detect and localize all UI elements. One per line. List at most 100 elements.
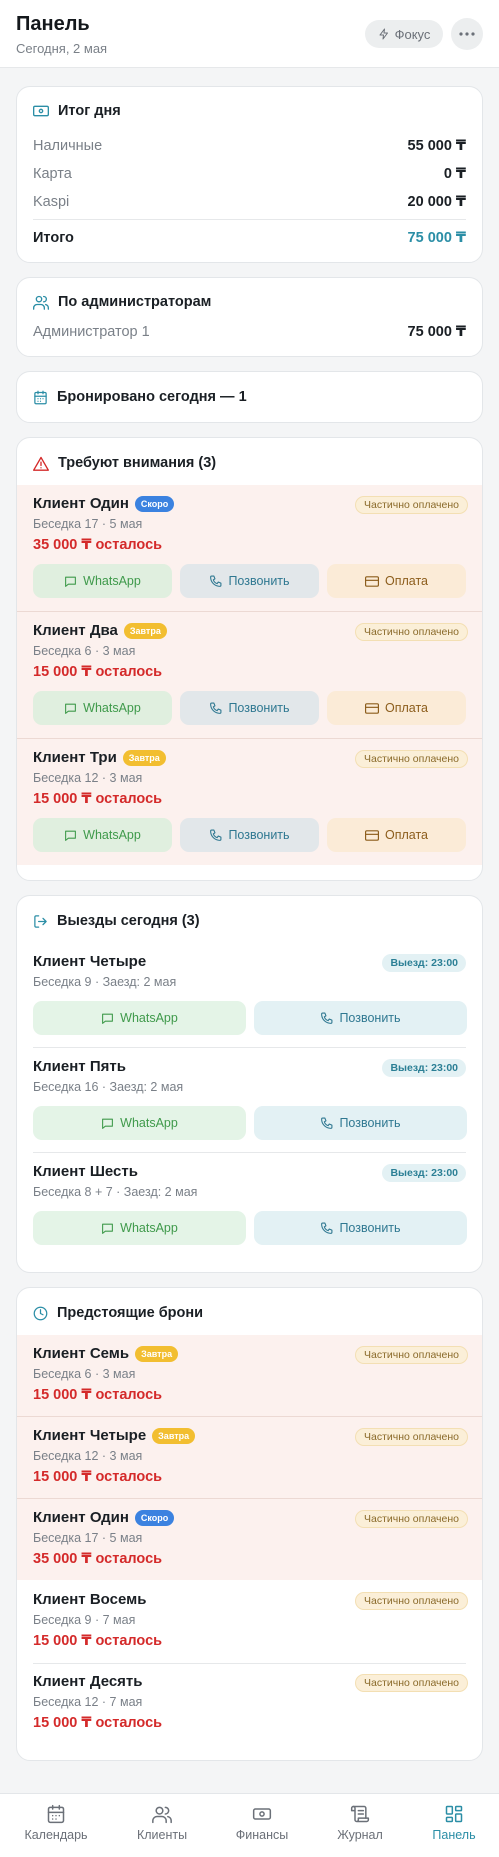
phone-icon — [209, 702, 222, 715]
calendar-icon — [46, 1804, 66, 1824]
summary-row: Наличные 55 000 ₸ — [33, 138, 466, 154]
remaining-amount: 15 000 ₸ осталось — [33, 1715, 163, 1731]
payment-button[interactable]: Оплата — [327, 564, 466, 598]
dashboard-icon — [444, 1804, 464, 1824]
whatsapp-button[interactable]: WhatsApp — [33, 1001, 246, 1035]
whatsapp-button[interactable]: WhatsApp — [33, 1106, 246, 1140]
users-icon — [152, 1804, 172, 1824]
calendar-icon — [33, 390, 48, 405]
nav-item-finance[interactable]: Финансы — [214, 1804, 310, 1842]
booking-details: Беседка 16 · Заезд: 2 мая — [33, 1080, 184, 1094]
remaining-amount: 15 000 ₸ осталось — [33, 1469, 163, 1485]
upcoming-card: Предстоящие брони Клиент Семь Завтра Час… — [16, 1287, 483, 1761]
chat-icon — [101, 1012, 114, 1025]
call-button[interactable]: Позвонить — [180, 818, 319, 852]
booking-details: Беседка 12 · 3 мая — [33, 771, 143, 785]
remaining-amount: 35 000 ₸ осталось — [33, 537, 163, 553]
card-icon — [365, 702, 379, 714]
users-icon — [33, 295, 49, 310]
departures-title: Выезды сегодня (3) — [33, 913, 200, 929]
chat-icon — [64, 575, 77, 588]
call-button[interactable]: Позвонить — [254, 1106, 467, 1140]
attention-item[interactable]: Клиент Два Завтра Частично оплачено Бесе… — [17, 612, 482, 738]
call-button[interactable]: Позвонить — [254, 1001, 467, 1035]
tomorrow-badge: Завтра — [152, 1427, 196, 1444]
call-button[interactable]: Позвонить — [180, 691, 319, 725]
banknote-icon — [33, 105, 49, 117]
remaining-amount: 15 000 ₸ осталось — [33, 1633, 163, 1649]
summary-row: Kaspi 20 000 ₸ — [33, 194, 466, 210]
payment-status-badge: Частично оплачено — [355, 1592, 468, 1610]
day-summary-card: Итог дня Наличные 55 000 ₸ Карта 0 ₸ Kaspi… — [16, 86, 483, 263]
remaining-amount: 15 000 ₸ осталось — [33, 791, 163, 807]
tomorrow-badge: Завтра — [122, 749, 166, 766]
phone-icon — [320, 1117, 333, 1130]
payment-status-badge: Частично оплачено — [355, 623, 468, 641]
divider — [33, 1047, 466, 1048]
departure-time-badge: Выезд: 23:00 — [382, 1059, 466, 1077]
client-name: Клиент Три — [33, 749, 117, 766]
payment-status-badge: Частично оплачено — [355, 1674, 468, 1692]
upcoming-item[interactable]: Клиент Восемь Частично оплачено Беседка … — [17, 1581, 482, 1663]
phone-icon — [209, 575, 222, 588]
remaining-amount: 35 000 ₸ осталось — [33, 1551, 163, 1567]
divider — [33, 1152, 466, 1153]
tomorrow-badge: Завтра — [135, 1345, 179, 1362]
whatsapp-button[interactable]: WhatsApp — [33, 818, 172, 852]
client-name: Клиент Четыре — [33, 1427, 147, 1444]
nav-item-journal[interactable]: Журнал — [312, 1804, 408, 1842]
focus-label: Фокус — [394, 26, 431, 42]
warning-icon — [33, 456, 49, 471]
departure-time-badge: Выезд: 23:00 — [382, 954, 466, 972]
booked-today-card[interactable]: Бронировано сегодня — 1 — [16, 371, 483, 423]
payment-status-badge: Частично оплачено — [355, 1428, 468, 1446]
client-name: Клиент Один — [33, 1509, 129, 1526]
chat-icon — [101, 1117, 114, 1130]
more-button[interactable] — [451, 18, 483, 50]
booking-details: Беседка 12 · 3 мая — [33, 1449, 143, 1463]
call-button[interactable]: Позвонить — [180, 564, 319, 598]
booking-details: Беседка 12 · 7 мая — [33, 1695, 143, 1709]
payment-status-badge: Частично оплачено — [355, 750, 468, 768]
app-header: Панель Сегодня, 2 мая Фокус — [0, 0, 499, 68]
nav-item-calendar[interactable]: Календарь — [8, 1804, 104, 1842]
focus-button[interactable]: Фокус — [365, 20, 443, 48]
page-subtitle: Сегодня, 2 мая — [16, 41, 108, 56]
client-name: Клиент Десять — [33, 1673, 143, 1690]
upcoming-item[interactable]: Клиент Семь Завтра Частично оплачено Бес… — [17, 1335, 482, 1416]
admins-card: По администраторам Администратор 1 75 000… — [16, 277, 483, 357]
payment-status-badge: Частично оплачено — [355, 496, 468, 514]
booked-today-title: Бронировано сегодня — 1 — [33, 389, 247, 405]
client-name: Клиент Четыре — [33, 953, 147, 970]
attention-title: Требуют внимания (3) — [33, 455, 216, 471]
phone-icon — [209, 829, 222, 842]
attention-item[interactable]: Клиент Три Завтра Частично оплачено Бесе… — [17, 739, 482, 865]
whatsapp-button[interactable]: WhatsApp — [33, 691, 172, 725]
phone-icon — [320, 1012, 333, 1025]
chat-icon — [101, 1222, 114, 1235]
upcoming-item[interactable]: Клиент Десять Частично оплачено Беседка … — [17, 1663, 482, 1745]
nav-item-clients[interactable]: Клиенты — [114, 1804, 210, 1842]
payment-status-badge: Частично оплачено — [355, 1510, 468, 1528]
phone-icon — [320, 1222, 333, 1235]
booking-details: Беседка 9 · 7 мая — [33, 1613, 136, 1627]
client-name: Клиент Шесть — [33, 1163, 138, 1180]
logout-icon — [33, 914, 48, 929]
client-name: Клиент Пять — [33, 1058, 126, 1075]
upcoming-item[interactable]: Клиент Один Скоро Частично оплачено Бесе… — [17, 1499, 482, 1580]
chat-icon — [64, 829, 77, 842]
booking-details: Беседка 6 · 3 мая — [33, 644, 136, 658]
upcoming-title: Предстоящие брони — [33, 1305, 203, 1321]
attention-item[interactable]: Клиент Один Скоро Частично оплачено Бесе… — [17, 485, 482, 611]
payment-button[interactable]: Оплата — [327, 691, 466, 725]
client-name: Клиент Семь — [33, 1345, 130, 1362]
whatsapp-button[interactable]: WhatsApp — [33, 564, 172, 598]
whatsapp-button[interactable]: WhatsApp — [33, 1211, 246, 1245]
payment-button[interactable]: Оплата — [327, 818, 466, 852]
upcoming-item[interactable]: Клиент Четыре Завтра Частично оплачено Б… — [17, 1417, 482, 1498]
nav-item-dashboard[interactable]: Панель — [406, 1804, 499, 1842]
client-name: Клиент Восемь — [33, 1591, 147, 1608]
card-icon — [365, 829, 379, 841]
call-button[interactable]: Позвонить — [254, 1211, 467, 1245]
remaining-amount: 15 000 ₸ осталось — [33, 664, 163, 680]
